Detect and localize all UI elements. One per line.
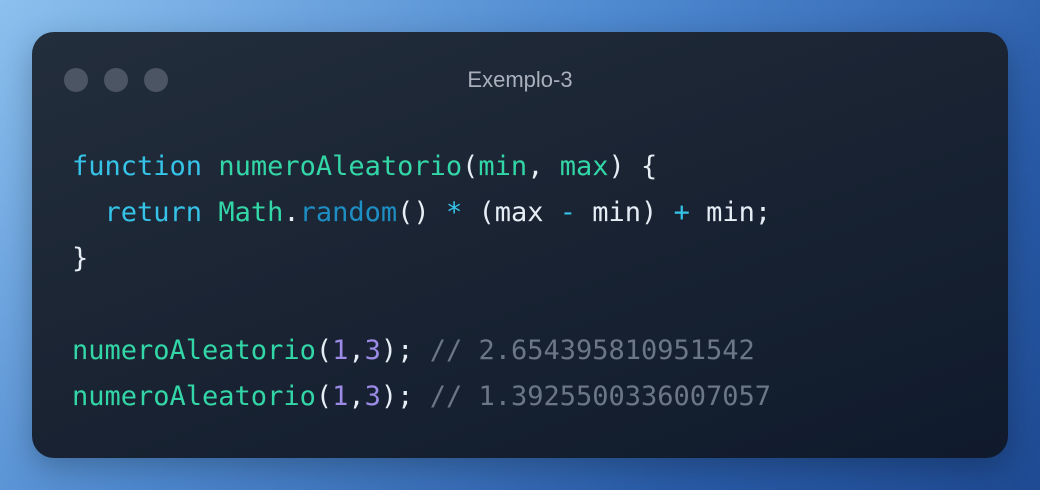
code-line: numeroAleatorio(1,3); // 1.3925500336007… [72, 374, 771, 420]
window-title: Exemplo-3 [467, 67, 573, 92]
code-window: Exemplo-3 function numeroAleatorio(min, … [32, 32, 1008, 458]
code-token-kw: function [72, 151, 203, 182]
code-token-obj: Math [218, 197, 284, 228]
code-token-pl: ); [380, 335, 430, 366]
code-token-meth: random [299, 197, 398, 228]
window-titlebar: Exemplo-3 [32, 32, 1008, 128]
code-token-pl: } [72, 243, 89, 274]
code-token-op: * [445, 197, 463, 228]
code-token-fn: numeroAleatorio [72, 335, 316, 366]
code-token-pl: ); [380, 381, 430, 412]
code-token-pl: , [527, 151, 560, 182]
code-token-cm: // 1.3925500336007057 [429, 381, 772, 412]
code-token-num: 1 [332, 381, 349, 412]
code-token-pl: min; [689, 197, 772, 228]
code-token-pl: (max [462, 197, 560, 228]
code-token-num: 1 [332, 335, 349, 366]
code-token-pl: ( [315, 335, 333, 366]
code-token-pl: min) [576, 197, 674, 228]
code-line: numeroAleatorio(1,3); // 2.6543958109515… [72, 328, 771, 374]
code-token-op: + [673, 197, 690, 228]
code-token-fn: numeroAleatorio [72, 381, 316, 412]
code-line: return Math.random() * (max - min) + min… [72, 190, 772, 236]
code-line: function numeroAleatorio(min, max) { [72, 144, 771, 190]
code-token-num: 3 [364, 381, 381, 412]
code-token-num: 3 [364, 335, 381, 366]
code-token-pl: () [397, 197, 446, 228]
code-token-pl: ( [315, 381, 333, 412]
code-token-param: min [478, 151, 528, 182]
code-token-pl: . [283, 197, 300, 228]
code-token-pl: , [348, 381, 365, 412]
code-token-fn: numeroAleatorio [218, 151, 463, 182]
code-token-cm: // 2.654395810951542 [429, 335, 755, 366]
code-line: } [72, 236, 771, 282]
code-token-op: - [559, 197, 577, 228]
code-token-pl: ( [462, 151, 479, 182]
code-token-pl: , [348, 335, 365, 366]
code-token-param: max [559, 151, 609, 182]
code-token-kw: return [104, 197, 203, 228]
code-token-pl: ) { [608, 151, 658, 182]
code-block: function numeroAleatorio(min, max) { ret… [72, 144, 771, 420]
